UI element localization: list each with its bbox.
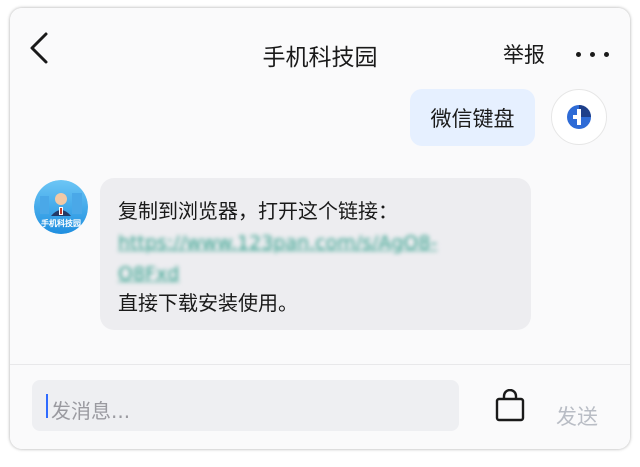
chat-window: 手机科技园 举报 微信键盘 手机科技园 复制到浏览器，打开这个链接： https… (10, 8, 630, 449)
contact-avatar[interactable]: 手机科技园 (34, 180, 88, 234)
message-input[interactable]: 发消息... (32, 380, 459, 431)
contact-avatar-text: 手机科技园 (41, 219, 81, 228)
outgoing-message-bubble[interactable]: 微信键盘 (410, 89, 535, 146)
message-text: 直接下载安装使用。 (118, 291, 298, 315)
composer-bar: 发消息... 发送 (10, 364, 630, 449)
report-button[interactable]: 举报 (503, 39, 545, 69)
user-avatar[interactable] (551, 89, 607, 145)
message-link[interactable]: https://www.123pan.com/s/AgO8-O8Fxd (118, 228, 488, 290)
more-icon[interactable] (572, 52, 612, 58)
chat-header: 手机科技园 举报 (10, 8, 630, 86)
text-caret (46, 394, 48, 418)
user-avatar-logo-icon (567, 105, 591, 129)
outgoing-message-text: 微信键盘 (430, 106, 515, 131)
message-text: 复制到浏览器，打开这个链接： (118, 199, 398, 223)
message-input-placeholder: 发消息... (51, 399, 131, 423)
send-button[interactable]: 发送 (556, 401, 598, 431)
incoming-message-bubble[interactable]: 复制到浏览器，打开这个链接： https://www.123pan.com/s/… (100, 178, 531, 330)
shopping-bag-icon[interactable] (494, 389, 526, 423)
